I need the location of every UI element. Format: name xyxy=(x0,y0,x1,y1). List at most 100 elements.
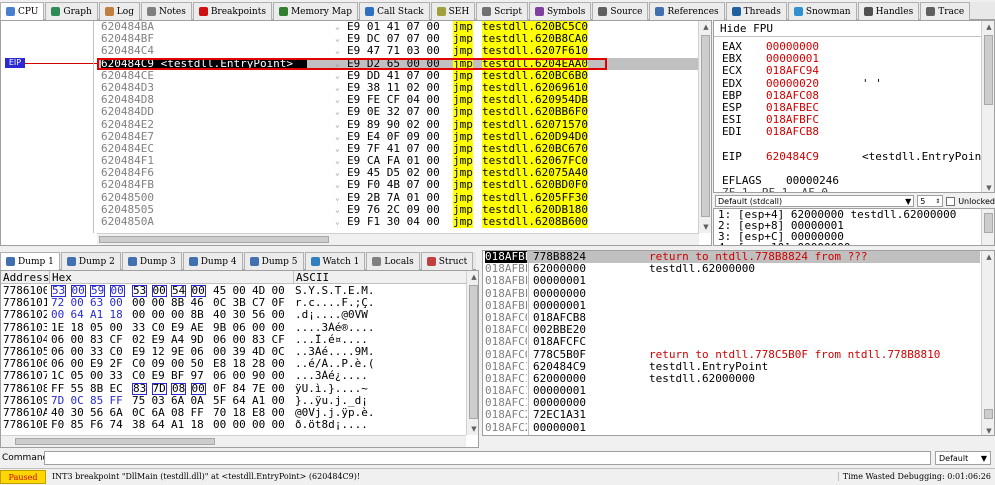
tab-trace[interactable]: Trace xyxy=(920,2,971,20)
dump-byte[interactable]: 00 xyxy=(132,309,145,321)
scroll-down-icon[interactable]: ▼ xyxy=(699,223,711,231)
dump-byte[interactable]: 00 xyxy=(233,418,246,431)
stack-row[interactable]: 018AFC24 00000001 xyxy=(485,421,980,434)
scroll-up-icon[interactable]: ▲ xyxy=(982,23,994,31)
dump-byte[interactable]: 7E xyxy=(252,382,265,395)
dump-byte[interactable]: 90 xyxy=(252,370,265,382)
dump-byte[interactable]: 06 xyxy=(213,370,226,382)
dump-byte[interactable]: 05 xyxy=(90,321,103,334)
dump-row[interactable]: 77861080FF558BEC837D08000F847E00ÿU.ì.}..… xyxy=(1,382,466,395)
register-row[interactable]: ESP 018AFBEC xyxy=(722,101,982,114)
stack-row[interactable]: 018AFC20 72EC1A31 xyxy=(485,409,980,421)
dump-byte[interactable]: EC xyxy=(110,382,123,395)
dump-byte[interactable]: 30 xyxy=(233,309,246,321)
dump-byte[interactable]: 53 xyxy=(51,285,67,297)
dump-byte[interactable]: 00 xyxy=(90,370,103,382)
disasm-row[interactable]: 620484FB ⌄ E9 F0 4B 07 00 jmp testdll.620BD0… xyxy=(97,179,699,192)
dump-pane[interactable]: Address Hex ASCII 7786100053005900530054… xyxy=(0,270,479,448)
dump-row[interactable]: 77861020 00 64 A1 18 00 00 00 8B 40 30 56 00 .d¡....@… xyxy=(1,309,466,321)
dump-byte[interactable]: 56 xyxy=(252,309,265,321)
dump-byte[interactable]: 00 xyxy=(70,285,86,297)
dump-byte[interactable]: 00 xyxy=(272,309,285,321)
register-row[interactable]: EDI 018AFCB8 xyxy=(722,126,982,138)
tab-threads[interactable]: Threads xyxy=(725,2,787,20)
dump-byte[interactable]: 00 xyxy=(252,418,265,431)
scroll-down-icon[interactable]: ▼ xyxy=(982,427,994,435)
arg-count-spinner[interactable]: 5 ⇕ xyxy=(917,195,944,207)
tab-graph[interactable]: Graph xyxy=(45,2,98,20)
scroll-up-icon[interactable]: ▲ xyxy=(982,253,994,261)
dump-byte[interactable]: F6 xyxy=(90,418,103,431)
dump-tab-struct[interactable]: Struct xyxy=(420,252,474,270)
dump-byte[interactable]: 00 xyxy=(233,370,246,382)
disasm-row[interactable]: 6204850A ⌄ E9 F1 30 04 00 jmp testdll.6208B6… xyxy=(97,215,699,229)
tab-handles[interactable]: Handles xyxy=(857,2,920,20)
scroll-up-icon[interactable]: ▲ xyxy=(699,23,711,31)
tab-call-stack[interactable]: Call Stack xyxy=(359,2,430,20)
tab-cpu[interactable]: CPU xyxy=(0,2,45,20)
dump-tab-dump-5[interactable]: Dump 5 xyxy=(243,252,304,270)
hex-header[interactable]: Hex xyxy=(49,271,72,284)
dump-byte[interactable]: 00 xyxy=(190,285,206,297)
dump-byte[interactable]: 00 xyxy=(213,418,226,431)
eflags-row[interactable]: EFLAGS 00000246 xyxy=(722,174,982,187)
stack-vscroll[interactable]: ▲ ▼ xyxy=(981,251,994,435)
dump-byte[interactable]: 7D xyxy=(151,382,167,395)
register-value[interactable]: 620484C9 xyxy=(766,150,819,163)
tab-notes[interactable]: Notes xyxy=(140,2,192,20)
dump-byte[interactable]: 74 xyxy=(110,418,123,431)
dump-tab-dump-3[interactable]: Dump 3 xyxy=(121,252,182,270)
dump-byte[interactable]: 59 xyxy=(90,285,106,297)
register-value[interactable]: 018AFC94 xyxy=(766,65,819,77)
dump-byte[interactable]: E9 xyxy=(152,370,165,382)
dump-byte[interactable]: 33 xyxy=(132,321,145,334)
dump-byte[interactable]: 64 xyxy=(152,418,165,431)
tab-seh[interactable]: SEH xyxy=(430,2,476,20)
stack-row[interactable]: 018AFBF8 00000000 xyxy=(485,287,980,300)
dump-row[interactable]: 77861070 1C 05 00 33 C0 E9 BF 97 06 00 90 00 ...3Àé¿.… xyxy=(1,370,466,382)
stack-pane[interactable]: 018AFBEC778B8824return to ntdll.778B8824… xyxy=(482,250,995,436)
dump-byte[interactable]: 00 xyxy=(109,285,125,297)
tab-source[interactable]: Source xyxy=(592,2,649,20)
dump-byte[interactable]: 84 xyxy=(233,382,246,395)
dump-byte[interactable]: AE xyxy=(191,321,204,334)
command-input[interactable] xyxy=(44,451,931,465)
ascii-header[interactable]: ASCII xyxy=(293,271,329,284)
scroll-up-icon[interactable]: ▲ xyxy=(467,273,478,281)
dump-byte[interactable]: 53 xyxy=(132,285,148,297)
dump-byte[interactable]: E9 xyxy=(171,321,184,334)
dump-byte[interactable]: F0 xyxy=(51,418,64,431)
dump-hscroll-thumb[interactable] xyxy=(15,438,215,445)
tab-log[interactable]: Log xyxy=(98,2,140,20)
dump-byte[interactable]: 0F xyxy=(213,382,226,395)
stack-vscroll-thumb[interactable] xyxy=(984,409,993,419)
dump-row[interactable]: 778610B0 F0 85 F6 74 38 64 A1 18 00 00 00 00 ð.öt8d¡.… xyxy=(1,418,466,431)
stack-row[interactable]: 018AFC0C 778C5B0F return to ntdll.778C5B0F… xyxy=(485,348,980,361)
dump-byte[interactable]: A1 xyxy=(171,418,184,431)
registers-pane[interactable]: Hide FPU EAX 00000000 EBX 00000001 ECX 018AFC… xyxy=(713,20,995,193)
disasm-row[interactable]: 620484E2 ⌄ E9 89 90 02 00 jmp testdll.620715… xyxy=(97,118,699,131)
register-row[interactable]: EBP 018AFC08 xyxy=(722,89,982,102)
register-row[interactable]: ECX 018AFC94 xyxy=(722,65,982,77)
call-convention-select[interactable]: Default (stdcall) ▼ xyxy=(715,195,915,207)
dump-byte[interactable]: 18 xyxy=(110,309,123,321)
dump-byte[interactable]: FF xyxy=(51,382,64,395)
dump-byte[interactable]: 97 xyxy=(191,370,204,382)
dump-byte[interactable]: 00 xyxy=(252,321,265,334)
dump-tab-locals[interactable]: Locals xyxy=(366,252,420,270)
dump-byte[interactable]: 05 xyxy=(71,370,84,382)
disassembly-pane[interactable]: EIP 620484BA ⌄ E9 01 41 07 00 jmp testdll.62… xyxy=(0,20,712,246)
scroll-down-icon[interactable]: ▼ xyxy=(982,184,994,192)
tab-breakpoints[interactable]: Breakpoints xyxy=(192,2,272,20)
tab-script[interactable]: Script xyxy=(476,2,528,20)
call-args-pane[interactable]: 1: [esp+4] 62000000 testdll.62000000 2: [… xyxy=(713,208,995,246)
dump-byte[interactable]: 83 xyxy=(132,382,148,395)
register-value[interactable]: 018AFCB8 xyxy=(766,126,819,138)
dump-byte[interactable]: 00 xyxy=(171,309,184,321)
dump-byte[interactable]: 64 xyxy=(71,309,84,321)
tab-snowman[interactable]: Snowman xyxy=(787,2,857,20)
dump-byte[interactable]: 55 xyxy=(71,382,84,395)
disasm-hscroll[interactable] xyxy=(97,233,699,245)
dump-tab-dump-2[interactable]: Dump 2 xyxy=(60,252,121,270)
dump-byte[interactable]: 40 xyxy=(213,309,226,321)
